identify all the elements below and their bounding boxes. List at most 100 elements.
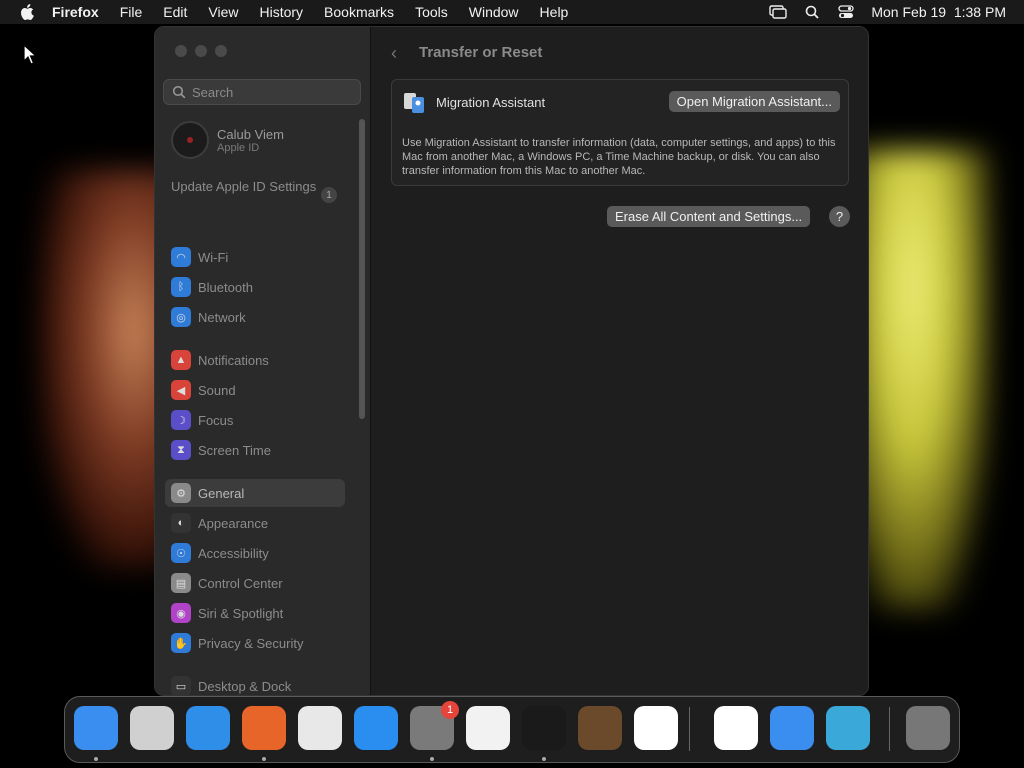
sidebar-item-label: Wi-Fi bbox=[198, 249, 229, 265]
main-content: ‹ Transfer or Reset Migration Assistant … bbox=[371, 27, 868, 695]
dock-screen-sharing-icon[interactable] bbox=[826, 706, 870, 750]
dock-safari-icon[interactable] bbox=[186, 706, 230, 750]
dock-textedit-icon[interactable] bbox=[466, 706, 510, 750]
sidebar-item-label: Control Center bbox=[198, 575, 283, 591]
sidebar-scrollbar[interactable] bbox=[359, 119, 365, 419]
menu-history[interactable]: History bbox=[259, 4, 303, 20]
dock-weather-icon[interactable] bbox=[770, 706, 814, 750]
update-apple-id-settings[interactable]: Update Apple ID Settings bbox=[171, 179, 341, 195]
sidebar-item-label: Notifications bbox=[198, 352, 269, 368]
apple-menu-icon[interactable] bbox=[18, 3, 36, 21]
wallpaper-right bbox=[850, 150, 990, 610]
dock-finder-icon[interactable] bbox=[74, 706, 118, 750]
sidebar-item-sound[interactable]: ◀ Sound bbox=[165, 376, 345, 404]
speaker-icon: ◀ bbox=[171, 380, 191, 400]
help-button[interactable]: ? bbox=[829, 206, 850, 227]
profile-name: Calub Viem bbox=[217, 126, 284, 142]
dock-separator bbox=[689, 707, 690, 751]
dock-visual-studio-icon[interactable] bbox=[714, 706, 758, 750]
dock-firefox-icon[interactable] bbox=[242, 706, 286, 750]
sidebar-item-siri-spotlight[interactable]: ◉ Siri & Spotlight bbox=[165, 599, 345, 627]
sidebar-item-notifications[interactable]: ▲ Notifications bbox=[165, 346, 345, 374]
sidebar-item-label: Network bbox=[198, 309, 246, 325]
menu-help[interactable]: Help bbox=[540, 4, 569, 20]
dock-badge: 1 bbox=[441, 701, 459, 719]
sidebar-item-label: Appearance bbox=[198, 515, 269, 531]
running-indicator bbox=[430, 757, 434, 761]
sidebar-item-network[interactable]: ◎ Network bbox=[165, 303, 345, 331]
hourglass-icon: ⧗ bbox=[171, 440, 191, 460]
update-count-badge: 1 bbox=[321, 187, 337, 203]
sidebar-item-label: Sound bbox=[198, 382, 236, 398]
zoom-window-button[interactable] bbox=[215, 45, 227, 57]
accessibility-icon: ☉ bbox=[171, 543, 191, 563]
dock-separator bbox=[889, 707, 890, 751]
page-title: Transfer or Reset bbox=[419, 44, 543, 61]
screen-mirroring-icon[interactable] bbox=[769, 4, 788, 20]
dock-vscode-icon[interactable] bbox=[634, 706, 678, 750]
menu-bar: Firefox File Edit View History Bookmarks… bbox=[0, 0, 1024, 24]
dock: 1 bbox=[64, 696, 960, 763]
menu-edit[interactable]: Edit bbox=[163, 4, 187, 20]
menu-window[interactable]: Window bbox=[469, 4, 519, 20]
menubar-clock[interactable]: Mon Feb 19 1:38 PM bbox=[871, 4, 1006, 20]
sidebar-item-label: General bbox=[198, 485, 245, 501]
erase-all-content-button[interactable]: Erase All Content and Settings... bbox=[607, 206, 811, 227]
dock-system-settings-icon[interactable]: 1 bbox=[410, 701, 459, 750]
menu-file[interactable]: File bbox=[120, 4, 143, 20]
sidebar-item-appearance[interactable]: ◐ Appearance bbox=[165, 509, 345, 537]
sidebar-item-general[interactable]: ⚙ General bbox=[165, 479, 345, 507]
apple-id-profile[interactable]: Calub Viem Apple ID bbox=[171, 121, 284, 159]
menu-app-firefox[interactable]: Firefox bbox=[52, 4, 99, 20]
system-settings-window: Search Calub Viem Apple ID Update Apple … bbox=[154, 26, 869, 696]
control-center-icon: ▤ bbox=[171, 573, 191, 593]
menu-view[interactable]: View bbox=[208, 4, 238, 20]
sidebar-item-privacy-security[interactable]: ✋ Privacy & Security bbox=[165, 629, 345, 657]
sidebar-item-focus[interactable]: ☽ Focus bbox=[165, 406, 345, 434]
menu-tools[interactable]: Tools bbox=[415, 4, 448, 20]
sidebar-item-accessibility[interactable]: ☉ Accessibility bbox=[165, 539, 345, 567]
dock-launchpad-icon[interactable] bbox=[130, 706, 174, 750]
sidebar-item-label: Privacy & Security bbox=[198, 635, 304, 651]
migration-assistant-panel: Migration Assistant Open Migration Assis… bbox=[391, 79, 849, 186]
running-indicator bbox=[262, 757, 266, 761]
siri-icon: ◉ bbox=[171, 603, 191, 623]
mouse-cursor-icon bbox=[23, 44, 38, 65]
profile-subtitle: Apple ID bbox=[217, 141, 260, 154]
sidebar-item-label: Desktop & Dock bbox=[198, 678, 292, 694]
wifi-icon: ◠ bbox=[171, 247, 191, 267]
dock-garageband-icon[interactable] bbox=[578, 706, 622, 750]
running-indicator bbox=[94, 757, 98, 761]
menu-bookmarks[interactable]: Bookmarks bbox=[324, 4, 394, 20]
sidebar-item-label: Accessibility bbox=[198, 545, 269, 561]
spotlight-search-icon[interactable] bbox=[803, 4, 821, 20]
sidebar-item-control-center[interactable]: ▤ Control Center bbox=[165, 569, 345, 597]
close-window-button[interactable] bbox=[175, 45, 187, 57]
migration-assistant-description: Use Migration Assistant to transfer info… bbox=[402, 137, 836, 177]
search-field[interactable]: Search bbox=[163, 79, 361, 105]
bluetooth-icon: ᛒ bbox=[171, 277, 191, 297]
dock-trash-icon[interactable] bbox=[906, 706, 950, 750]
search-placeholder: Search bbox=[192, 84, 234, 100]
sidebar-item-wi-fi[interactable]: ◠ Wi-Fi bbox=[165, 243, 345, 271]
search-icon bbox=[172, 85, 186, 99]
dock-terminal-icon[interactable] bbox=[522, 706, 566, 750]
dock-icon: ▭ bbox=[171, 676, 191, 695]
minimize-window-button[interactable] bbox=[195, 45, 207, 57]
moon-icon: ☽ bbox=[171, 410, 191, 430]
sidebar-item-desktop-dock[interactable]: ▭ Desktop & Dock bbox=[165, 672, 345, 695]
migration-assistant-title: Migration Assistant bbox=[436, 95, 546, 110]
hand-icon: ✋ bbox=[171, 633, 191, 653]
bell-icon: ▲ bbox=[171, 350, 191, 370]
dock-chrome-icon[interactable] bbox=[298, 706, 342, 750]
dock-app-store-icon[interactable] bbox=[354, 706, 398, 750]
sidebar-item-screen-time[interactable]: ⧗ Screen Time bbox=[165, 436, 345, 464]
control-center-icon[interactable] bbox=[837, 4, 855, 20]
migration-assistant-icon bbox=[404, 93, 424, 113]
sidebar-item-bluetooth[interactable]: ᛒ Bluetooth bbox=[165, 273, 345, 301]
back-chevron-icon[interactable]: ‹ bbox=[391, 43, 397, 64]
window-controls bbox=[175, 45, 227, 57]
sidebar-item-label: Siri & Spotlight bbox=[198, 605, 284, 621]
open-migration-assistant-button[interactable]: Open Migration Assistant... bbox=[668, 91, 840, 112]
globe-icon: ◎ bbox=[171, 307, 191, 327]
